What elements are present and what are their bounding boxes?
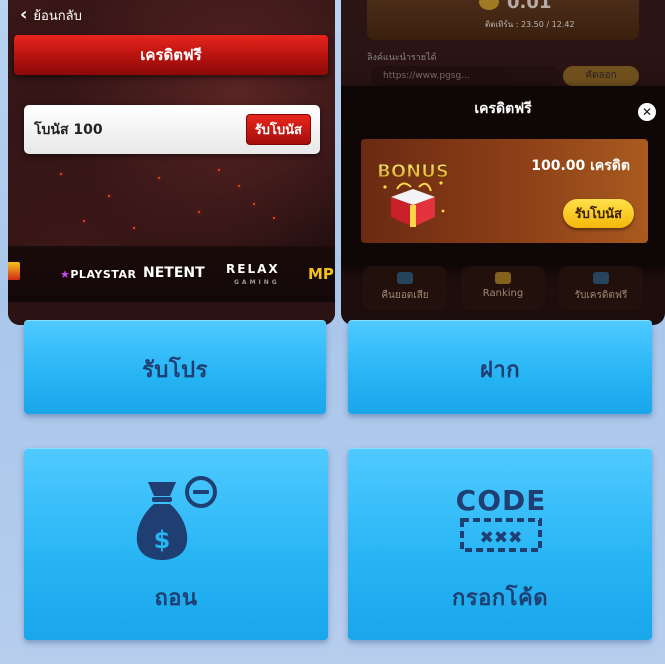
provider-logo-partial[interactable] bbox=[8, 262, 20, 284]
tile-ranking-label: Ranking bbox=[482, 288, 524, 299]
gift-icon bbox=[593, 272, 609, 284]
deposit-label: ฝาก bbox=[479, 358, 521, 383]
chevron-left-icon: ‹ bbox=[20, 4, 28, 25]
provider-logo-mp[interactable]: MP bbox=[308, 265, 334, 283]
bonus-offer-card: BONUS 100.00 เครดิต รับโบนัส bbox=[361, 139, 648, 243]
star-icon: ★ bbox=[60, 268, 71, 281]
tile-free-credit-label: รับเครดิตฟรี bbox=[574, 290, 628, 301]
cashback-icon bbox=[397, 272, 413, 284]
bonus-item-name: โบนัส 100 bbox=[34, 121, 103, 138]
modal-title: เครดิตฟรี bbox=[474, 101, 532, 117]
svg-text:✖✖✖: ✖✖✖ bbox=[480, 528, 523, 548]
deposit-tile[interactable]: ฝาก bbox=[348, 320, 652, 414]
svg-text:CODE: CODE bbox=[456, 484, 546, 517]
page-title-bar: เครดิตฟรี bbox=[14, 35, 328, 75]
right-screen: 0.01 ติดเทิร์น : 23.50 / 12.42 ลิงค์แนะน… bbox=[341, 0, 665, 325]
turnover-text: ติดเทิร์น : 23.50 / 12.42 bbox=[485, 20, 575, 29]
provider-logo-playstar[interactable]: ★PLAYSTAR bbox=[60, 268, 136, 281]
promo-tile[interactable]: รับโปร bbox=[24, 320, 326, 414]
page-title: เครดิตฟรี bbox=[140, 46, 202, 64]
bonus-art-text: BONUS bbox=[377, 161, 449, 182]
referral-link-field[interactable]: https://www.pgsg... bbox=[371, 66, 561, 86]
svg-text:$: $ bbox=[154, 526, 171, 554]
code-icon: CODE ✖✖✖ bbox=[456, 484, 546, 552]
balance-card: 0.01 ติดเทิร์น : 23.50 / 12.42 bbox=[367, 0, 639, 40]
left-screen: ‹ ย้อนกลับ เครดิตฟรี โบนัส 100 รับโบนัส … bbox=[8, 0, 335, 325]
tile-cashback-label: คืนยอดเสีย bbox=[381, 290, 429, 301]
close-icon[interactable]: ✕ bbox=[638, 103, 656, 121]
provider-logo-relax-sub: GAMING bbox=[234, 279, 280, 286]
money-bag-minus-icon: $ bbox=[136, 476, 217, 560]
referral-link-label: ลิงค์แนะนำรายได้ bbox=[367, 53, 437, 63]
withdraw-tile[interactable]: $ ถอน bbox=[24, 448, 328, 640]
trophy-icon bbox=[495, 272, 511, 284]
enter-code-tile[interactable]: CODE ✖✖✖ กรอกโค้ด bbox=[348, 448, 652, 640]
claim-bonus-button[interactable]: รับโบนัส bbox=[245, 114, 311, 145]
tile-cashback[interactable]: คืนยอดเสีย bbox=[363, 266, 447, 310]
claim-bonus-modal-button[interactable]: รับโบนัส bbox=[562, 199, 634, 228]
enter-code-label: กรอกโค้ด bbox=[452, 586, 548, 611]
coin-icon bbox=[479, 0, 499, 10]
withdraw-label: ถอน bbox=[154, 586, 198, 611]
copy-link-button[interactable]: คัดลอก bbox=[563, 66, 639, 86]
free-credit-modal: เครดิตฟรี ✕ BONUS 100.00 เครดิต รับโบนัส bbox=[341, 86, 665, 266]
bonus-item-card: โบนัส 100 รับโบนัส bbox=[24, 105, 320, 154]
balance-value: 0.01 bbox=[507, 0, 552, 13]
back-button[interactable]: ‹ ย้อนกลับ bbox=[20, 4, 82, 26]
tile-free-credit[interactable]: รับเครดิตฟรี bbox=[559, 266, 643, 310]
background-sparks bbox=[48, 165, 298, 235]
promo-label: รับโปร bbox=[142, 358, 208, 383]
tile-ranking[interactable]: Ranking bbox=[461, 266, 545, 310]
provider-logo-strip: ★PLAYSTAR NETENT RELAX GAMING MP bbox=[8, 246, 335, 302]
provider-logo-netent[interactable]: NETENT bbox=[143, 265, 205, 281]
bonus-gift-art: BONUS bbox=[377, 161, 449, 227]
bonus-amount: 100.00 เครดิต bbox=[531, 158, 630, 174]
back-label: ย้อนกลับ bbox=[33, 8, 82, 24]
provider-logo-relax[interactable]: RELAX bbox=[226, 262, 280, 276]
